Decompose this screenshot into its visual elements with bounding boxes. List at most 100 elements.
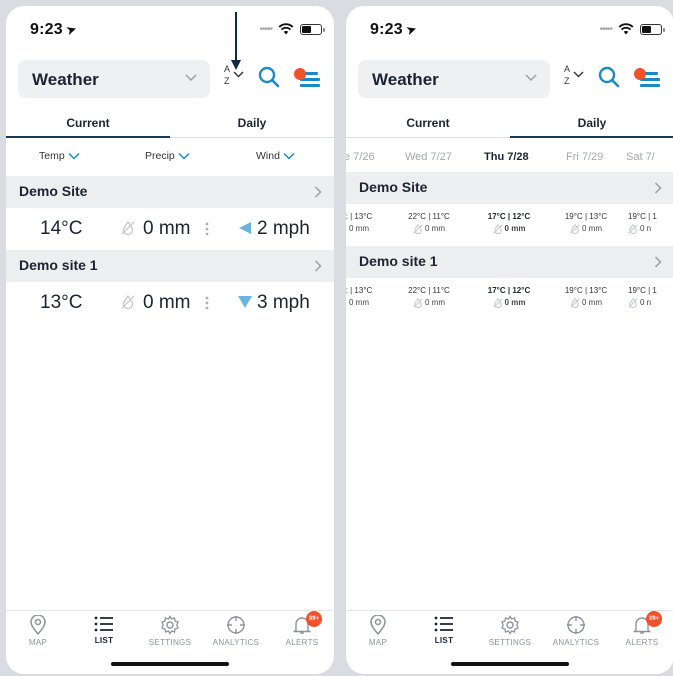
chevron-down-icon xyxy=(68,153,80,160)
sort-wind[interactable]: Wind xyxy=(256,150,295,162)
nav-list[interactable]: LIST xyxy=(76,615,132,645)
menu-icon[interactable] xyxy=(294,68,320,88)
nav-settings[interactable]: SETTINGS xyxy=(142,615,198,647)
tab-current[interactable]: Current xyxy=(346,116,510,130)
no-precip-drop-icon xyxy=(570,297,580,309)
phone-current-view: 9:23➤ ••••• Weather A Z Current Daily Te… xyxy=(6,6,334,674)
nav-alerts[interactable]: 99+ ALERTS xyxy=(274,611,330,647)
nav-list[interactable]: LIST xyxy=(416,615,472,645)
more-dots-icon[interactable] xyxy=(205,222,209,236)
chevron-right-icon xyxy=(654,256,662,268)
site-header[interactable]: Demo Site xyxy=(346,172,673,204)
wind-direction-icon xyxy=(239,222,251,234)
map-pin-icon xyxy=(370,615,386,635)
no-precip-drop-icon xyxy=(570,223,580,235)
sort-temp[interactable]: Temp xyxy=(39,150,80,162)
site-name: Demo site 1 xyxy=(19,257,98,273)
sort-az-button[interactable]: A Z xyxy=(562,64,588,90)
sort-precip[interactable]: Precip xyxy=(145,150,190,162)
site-current-row[interactable]: 14°C 0 mm 2 mph xyxy=(6,208,334,250)
daily-cell: 19°C | 10 n xyxy=(628,212,657,235)
tab-daily[interactable]: Daily xyxy=(170,116,334,130)
chevron-down-icon xyxy=(525,74,537,82)
no-precip-drop-icon xyxy=(492,297,503,309)
day-column[interactable]: Fri 7/29 xyxy=(566,151,603,163)
home-indicator[interactable] xyxy=(111,662,229,666)
site-current-row[interactable]: 13°C 0 mm 3 mph xyxy=(6,282,334,324)
chevron-right-icon xyxy=(314,186,322,198)
daily-cell: : | 13°C 0 mm xyxy=(346,286,373,307)
daily-cell: 19°C | 13°C 0 mm xyxy=(564,212,608,235)
notification-dot xyxy=(294,68,306,80)
status-time: 9:23➤ xyxy=(370,20,419,39)
menu-icon[interactable] xyxy=(634,68,660,88)
no-precip-drop-icon xyxy=(492,223,503,235)
nav-analytics[interactable]: ANALYTICS xyxy=(208,615,264,647)
nav-analytics[interactable]: ANALYTICS xyxy=(548,615,604,647)
map-pin-icon xyxy=(30,615,46,635)
site-group-selector[interactable]: Weather xyxy=(18,60,210,98)
wind-value: 3 mph xyxy=(257,292,310,313)
search-icon[interactable] xyxy=(598,66,620,88)
more-dots-icon[interactable] xyxy=(205,296,209,310)
status-bar: 9:23➤ ••••• xyxy=(346,6,673,54)
daily-cell: 19°C | 10 n xyxy=(628,286,657,309)
chevron-right-icon xyxy=(314,260,322,272)
chevron-right-icon xyxy=(654,182,662,194)
no-precip-drop-icon xyxy=(628,297,638,309)
temperature-value: 14°C xyxy=(40,218,83,239)
page-title: Weather xyxy=(372,70,439,89)
chevron-down-icon xyxy=(573,71,584,78)
day-column-selected[interactable]: Thu 7/28 xyxy=(484,151,529,163)
notification-dot xyxy=(634,68,646,80)
active-tab-indicator xyxy=(6,136,170,138)
annotation-arrow-icon xyxy=(231,12,241,70)
nav-map[interactable]: MAP xyxy=(350,615,406,647)
location-arrow-icon: ➤ xyxy=(403,20,419,39)
gear-icon xyxy=(161,615,179,635)
day-column[interactable]: Wed 7/27 xyxy=(405,151,452,163)
view-tabs: Current Daily xyxy=(6,110,334,138)
wifi-icon xyxy=(278,23,294,35)
nav-alerts[interactable]: 99+ ALERTS xyxy=(614,611,670,647)
signal-icon: ••••• xyxy=(259,23,272,35)
battery-icon xyxy=(640,23,665,35)
site-group-selector[interactable]: Weather xyxy=(358,60,550,98)
day-columns-row: e 7/26 Wed 7/27 Thu 7/28 Fri 7/29 Sat 7/ xyxy=(346,144,673,174)
temperature-value: 13°C xyxy=(40,292,83,313)
search-icon[interactable] xyxy=(258,66,280,88)
site-header[interactable]: Demo Site xyxy=(6,176,334,208)
chevron-down-icon xyxy=(185,74,197,82)
daily-cell: 22°C | 11°C 0 mm xyxy=(408,286,450,309)
bottom-nav: MAP LIST SETTINGS ANALYTICS 99+ ALERTS xyxy=(346,610,673,650)
list-icon xyxy=(94,616,113,632)
app-header: Weather A Z xyxy=(346,58,673,102)
site-header[interactable]: Demo site 1 xyxy=(346,246,673,278)
nav-map[interactable]: MAP xyxy=(10,615,66,647)
alert-count-badge: 99+ xyxy=(306,611,322,627)
site-name: Demo site 1 xyxy=(359,253,438,269)
precip-value: 0 mm xyxy=(143,218,191,239)
no-precip-drop-icon xyxy=(121,221,135,235)
status-bar: 9:23➤ ••••• xyxy=(6,6,334,54)
site-name: Demo Site xyxy=(19,183,88,199)
app-header: Weather A Z xyxy=(6,12,334,102)
wind-direction-icon xyxy=(238,296,252,308)
day-column[interactable]: Sat 7/ xyxy=(626,151,655,163)
site-name: Demo Site xyxy=(359,179,428,195)
day-column[interactable]: e 7/26 xyxy=(346,151,375,163)
no-precip-drop-icon xyxy=(628,223,638,235)
site-header[interactable]: Demo site 1 xyxy=(6,250,334,282)
site-daily-row[interactable]: : | 13°C 0 mm 22°C | 11°C 0 mm 17°C | 12°C… xyxy=(346,278,673,318)
tab-current[interactable]: Current xyxy=(6,116,170,130)
nav-settings[interactable]: SETTINGS xyxy=(482,615,538,647)
site-daily-row[interactable]: : | 13°C 0 mm 22°C | 11°C 0 mm 17°C | 12°C… xyxy=(346,204,673,244)
home-indicator[interactable] xyxy=(451,662,569,666)
status-time: 9:23➤ xyxy=(30,20,79,39)
phone-daily-view: 9:23➤ ••••• Weather A Z Current Daily e … xyxy=(346,6,673,674)
tab-daily[interactable]: Daily xyxy=(510,116,673,130)
crosshair-icon xyxy=(567,616,585,634)
chevron-down-icon xyxy=(178,153,190,160)
list-icon xyxy=(434,616,453,632)
signal-icon: ••••• xyxy=(599,23,612,35)
